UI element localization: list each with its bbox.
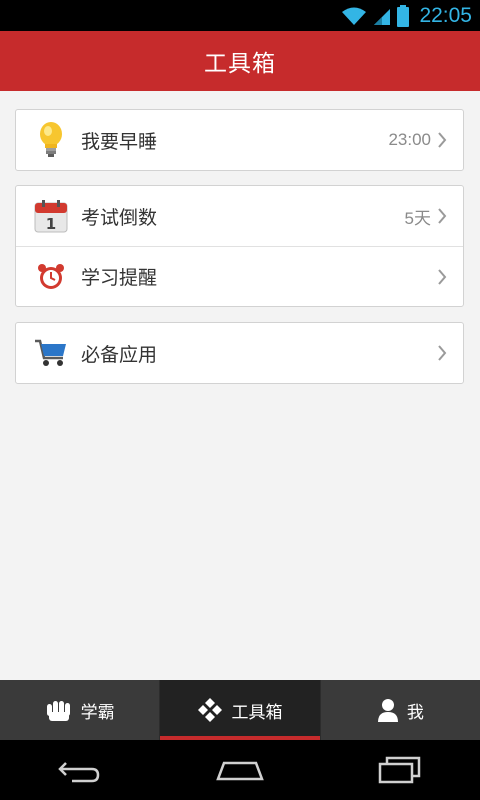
card-study: 1 考试倒数 5天 学习提醒: [15, 185, 464, 307]
chevron-right-icon: [437, 207, 455, 225]
card-sleep: 我要早睡 23:00: [15, 109, 464, 171]
status-time: 22:05: [419, 3, 472, 27]
alarm-clock-icon: [33, 259, 69, 295]
app-header: 工具箱: [0, 31, 480, 91]
back-arrow-icon: [58, 762, 100, 783]
list-item-label: 考试倒数: [81, 206, 158, 229]
tab-label: 我: [406, 702, 424, 723]
signal-icon: [374, 8, 391, 25]
back-button[interactable]: [50, 750, 110, 790]
home-button[interactable]: [210, 750, 270, 790]
system-nav-bar: [0, 740, 480, 800]
list-item-value: 23:00: [388, 130, 431, 149]
tab-me[interactable]: 我: [319, 680, 480, 740]
calendar-icon: 1: [33, 198, 69, 234]
status-icons: [341, 4, 410, 27]
chevron-right-icon: [437, 268, 455, 286]
person-icon: [377, 699, 398, 722]
card-apps: 必备应用: [15, 322, 464, 384]
list-item-label: 必备应用: [81, 343, 158, 366]
chevron-right-icon: [437, 131, 455, 149]
list-item-exam-countdown[interactable]: 1 考试倒数 5天: [16, 186, 463, 246]
tab-label: 学霸: [80, 702, 115, 723]
svg-text:1: 1: [46, 215, 56, 233]
diamond-grid-icon: [198, 698, 223, 722]
shopping-cart-icon: [33, 335, 69, 371]
page-title: 工具箱: [204, 51, 276, 77]
list-item-essential-apps[interactable]: 必备应用: [16, 323, 463, 383]
recent-apps-icon: [378, 756, 421, 784]
tab-xueba[interactable]: 学霸: [0, 680, 159, 740]
chevron-right-icon: [437, 344, 455, 362]
tab-label: 工具箱: [231, 702, 283, 723]
wifi-icon: [342, 7, 367, 25]
recents-button[interactable]: [370, 750, 430, 790]
bottom-nav: 学霸 工具箱 我: [0, 680, 480, 740]
list-item-label: 学习提醒: [81, 267, 158, 289]
list-item-study-reminder[interactable]: 学习提醒: [16, 246, 463, 306]
battery-icon: [397, 4, 410, 27]
status-bar: 22:05: [0, 0, 480, 31]
list-item-sleep[interactable]: 我要早睡 23:00: [16, 110, 463, 170]
lightbulb-icon: [33, 122, 69, 158]
list-item-label: 我要早睡: [81, 130, 158, 153]
home-icon: [216, 761, 264, 781]
tab-toolbox[interactable]: 工具箱: [159, 680, 320, 740]
fist-icon: [46, 701, 70, 721]
list-item-value: 5天: [404, 208, 431, 228]
